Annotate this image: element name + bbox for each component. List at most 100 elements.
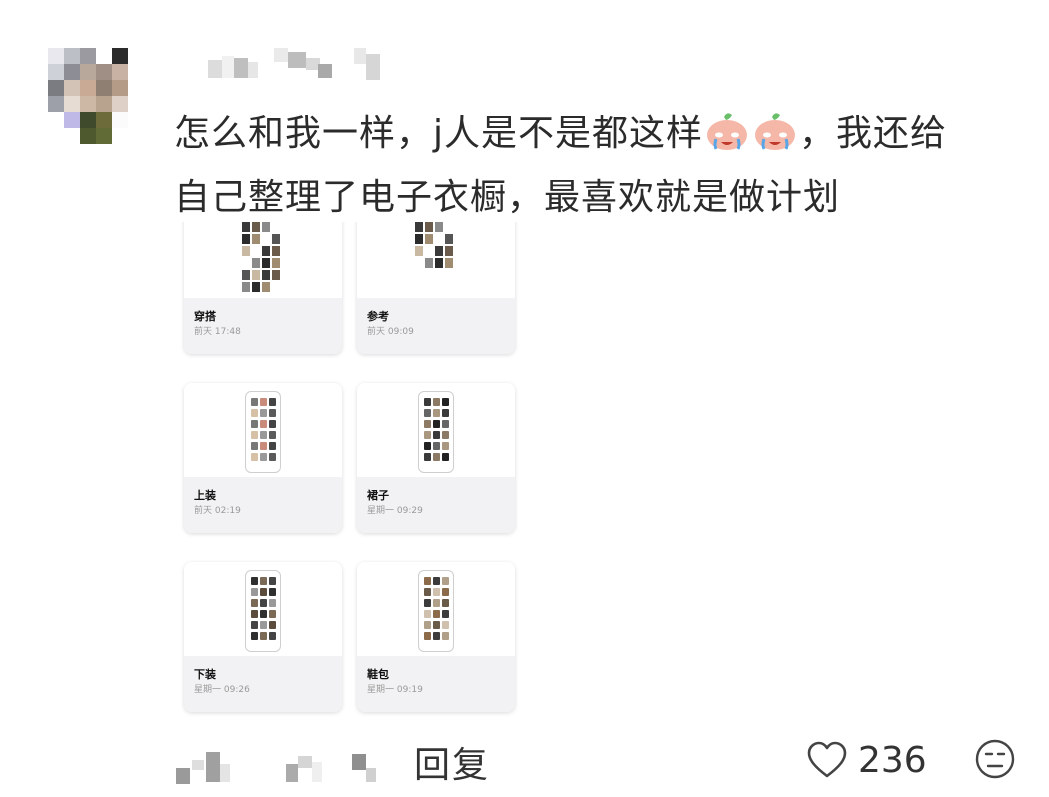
mosaic-pixel (80, 48, 96, 64)
clothing-item (260, 431, 267, 439)
clothing-item (251, 632, 258, 640)
clothing-thumbnail (272, 270, 280, 280)
clothing-item (260, 442, 267, 450)
clothing-item (424, 442, 431, 450)
clothing-item (433, 610, 440, 618)
like-button[interactable]: 236 (806, 736, 927, 784)
mosaic-pixel (128, 48, 144, 64)
clothing-thumbnail (242, 282, 250, 292)
clothing-thumbnail (272, 258, 280, 268)
clothing-item (260, 632, 267, 640)
note-card: 上装 前天 02:19 (184, 383, 342, 533)
clothing-item (251, 398, 258, 406)
note-title: 裙子 (367, 489, 389, 502)
avatar[interactable] (48, 48, 144, 144)
mosaic-pixel (96, 96, 112, 112)
note-time: 前天 02:19 (194, 506, 241, 516)
clothing-thumbnail (425, 222, 433, 232)
clothing-item (260, 588, 267, 596)
clothing-thumbnail (262, 222, 270, 232)
mosaic-pixel (128, 112, 144, 128)
phone-preview (245, 570, 281, 652)
clothing-item (433, 621, 440, 629)
note-thumbnail (357, 222, 515, 298)
clothing-item (251, 453, 258, 461)
mosaic-pixel (192, 760, 204, 770)
mosaic-pixel (64, 48, 80, 64)
clothing-item (433, 632, 440, 640)
reply-button[interactable]: 回复 (414, 736, 490, 788)
clothing-thumbnail (435, 246, 443, 256)
clothing-thumbnail (242, 234, 250, 244)
clothing-thumbnail (415, 222, 423, 232)
clothing-thumbnail (262, 258, 270, 268)
note-time: 星期一 09:29 (367, 506, 423, 516)
clothing-item (442, 599, 449, 607)
clothing-item (251, 588, 258, 596)
clothing-item (424, 431, 431, 439)
clothing-item (260, 420, 267, 428)
mosaic-pixel (112, 112, 128, 128)
mosaic-pixel (96, 48, 112, 64)
clothing-item (251, 577, 258, 585)
comment-text: 怎么和我一样，j人是不是都这样 ，我还给 自己整理了电子衣橱，最喜欢就是做计划 (174, 102, 1034, 230)
note-title: 穿搭 (194, 310, 216, 323)
clothing-thumbnail (242, 270, 250, 280)
clothing-item (442, 577, 449, 585)
expressionless-face-icon[interactable] (974, 738, 1016, 780)
mosaic-pixel (128, 64, 144, 80)
mosaic-pixel (318, 64, 332, 78)
clothing-item (251, 420, 258, 428)
note-title: 参考 (367, 310, 389, 323)
commenter-info-censored (176, 750, 376, 786)
clothing-thumbnail (445, 258, 453, 268)
clothing-item (269, 599, 276, 607)
mosaic-pixel (80, 128, 96, 144)
username-censored[interactable] (208, 48, 388, 80)
clothing-thumbnail (425, 234, 433, 244)
mosaic-pixel (80, 64, 96, 80)
clothing-item (269, 431, 276, 439)
mosaic-pixel (112, 96, 128, 112)
mosaic-pixel (112, 48, 128, 64)
mosaic-pixel (176, 768, 190, 784)
note-time: 星期一 09:26 (194, 685, 250, 695)
clothing-item (260, 599, 267, 607)
note-info: 下装 星期一 09:26 (184, 656, 342, 712)
mosaic-pixel (366, 54, 380, 80)
note-title: 上装 (194, 489, 216, 502)
clothing-thumbnail (445, 246, 453, 256)
clothing-item (433, 588, 440, 596)
comment-line1-tail-text: ，我还给 (799, 113, 948, 154)
clothing-item (251, 621, 258, 629)
clothing-item (424, 610, 431, 618)
clothing-item (269, 398, 276, 406)
mosaic-pixel (208, 60, 222, 78)
mosaic-pixel (234, 58, 248, 78)
clothing-item (424, 588, 431, 596)
phone-preview (418, 570, 454, 652)
attached-image[interactable]: 穿搭 前天 17:48 参考 前天 09:09 上装 前天 02:19 裙子 星… (176, 222, 526, 717)
note-thumbnail (357, 383, 515, 477)
mosaic-pixel (128, 96, 144, 112)
note-time: 星期一 09:19 (367, 685, 423, 695)
comment-line2-text: 自己整理了电子衣橱，最喜欢就是做计划 (174, 177, 841, 218)
mosaic-pixel (286, 764, 298, 782)
clothing-thumbnail (425, 258, 433, 268)
clothing-item (424, 409, 431, 417)
mosaic-pixel (64, 64, 80, 80)
mosaic-pixel (48, 112, 64, 128)
mosaic-pixel (366, 768, 376, 782)
mosaic-pixel (96, 64, 112, 80)
clothing-item (442, 398, 449, 406)
clothing-item (433, 420, 440, 428)
mosaic-pixel (206, 752, 220, 782)
mosaic-pixel (312, 762, 322, 782)
crying-peach-emoji-icon (755, 113, 796, 150)
clothing-thumbnail (445, 234, 453, 244)
mosaic-pixel (80, 96, 96, 112)
clothing-item (251, 442, 258, 450)
mosaic-pixel (220, 764, 230, 782)
clothing-item (269, 420, 276, 428)
clothing-thumbnail (262, 246, 270, 256)
